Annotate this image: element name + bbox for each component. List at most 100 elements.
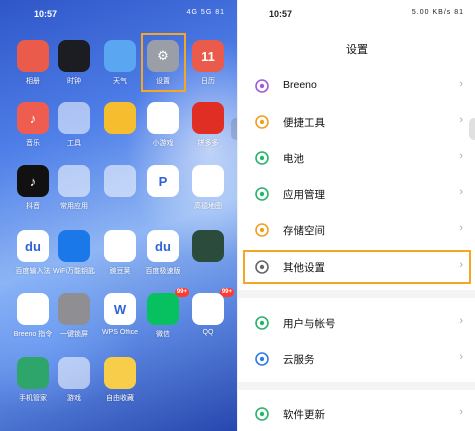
settings-item-label: 电池 [283,153,304,165]
settings-screen: 10:57 5.00 KB/s 81 设置 Breeno › 便捷工具 › 电池 › 应用管… [237,0,475,431]
clock-icon [58,40,90,72]
app-baidu-lite[interactable]: du 百度极速版 [141,230,185,276]
settings-item-tools[interactable]: 便捷工具 › [238,104,475,140]
settings-item-breeno[interactable]: Breeno › [238,68,475,104]
app-minigame[interactable]: 小游戏 [141,102,185,148]
storage-icon [254,222,270,238]
app-douyin[interactable]: ♪ 抖音 [11,165,55,211]
app-apps-folder[interactable]: 常用应用 [52,165,96,211]
lock-screen-icon [58,293,90,325]
app-wifi-key[interactable]: WiFi万能钥匙 [52,230,96,276]
files-icon [104,102,136,134]
chevron-right-icon: › [459,186,463,198]
picsart-icon: P [147,165,179,197]
app-weather[interactable]: 天气 [98,40,142,86]
settings-item-label: 用户与帐号 [283,318,336,330]
wandoujia-icon [104,230,136,262]
app-phone-manager[interactable]: 手机管家 [11,357,55,403]
section-divider [238,382,475,390]
settings-item-battery[interactable]: 电池 › [238,140,475,176]
amap-icon [192,165,224,197]
app-calendar[interactable]: 11 日历 [186,40,230,86]
settings-item-label: 云服务 [283,354,315,366]
collection-icon [104,357,136,389]
app-label: 天气 [113,78,127,85]
app-label: 游戏 [67,395,81,402]
settings-item-label: Breeno [283,79,317,91]
music-icon: ♪ [17,102,49,134]
app-label: 抖音 [26,203,40,210]
status-bar: 10:57 4G 5G 81 [0,0,237,28]
app-tools-folder[interactable]: 工具 [52,102,96,148]
app-wechat[interactable]: 99+ 微信 [141,288,189,339]
settings-item-cloud[interactable]: 云服务 › [238,341,475,377]
wechat-icon [147,293,179,325]
games-folder-icon [58,357,90,389]
app-qq[interactable]: 99+ QQ [186,288,234,336]
settings-item-user[interactable]: 用户与帐号 › [238,305,475,341]
minigame-icon [147,102,179,134]
app-lock-screen[interactable]: 一键锁屏 [52,293,96,339]
pinduoduo-icon [192,102,224,134]
status-indicators: 4G 5G 81 [186,9,225,16]
app-shopping-folder[interactable] [98,165,142,201]
game-assistant-icon [192,230,224,262]
other-settings-highlight [243,250,471,284]
settings-item-label: 存储空间 [283,225,325,237]
settings-item-label: 便捷工具 [283,117,325,129]
cloud-icon [254,351,270,367]
chevron-right-icon: › [459,406,463,418]
status-indicators: 5.00 KB/s 81 [411,9,464,16]
shopping-folder-icon [104,165,136,197]
user-icon [254,315,270,331]
app-photos[interactable]: 相册 [11,40,55,86]
app-files[interactable] [98,102,142,138]
settings-item-update[interactable]: 软件更新 › [238,396,475,431]
tools-folder-icon [58,102,90,134]
app-label: 拼多多 [197,140,219,147]
app-pinduoduo[interactable]: 拼多多 [186,102,230,148]
settings-item-storage[interactable]: 存储空间 › [238,212,475,248]
app-breeno[interactable]: Breeno 指令 [11,293,55,339]
app-games-folder[interactable]: 游戏 [52,357,96,403]
section-divider [238,290,475,298]
app-label: 豌豆荚 [109,268,131,275]
status-bar: 10:57 5.00 KB/s 81 [238,0,475,28]
app-game-assistant[interactable] [186,230,230,266]
chevron-right-icon: › [459,114,463,126]
edge-handle[interactable] [469,118,475,140]
settings-item-label: 软件更新 [283,409,325,421]
apps-folder-icon [58,165,90,197]
douyin-icon: ♪ [17,165,49,197]
app-baidu-input[interactable]: du 百度输入法 [11,230,55,276]
app-clock[interactable]: 时钟 [52,40,96,86]
breeno-icon [17,293,49,325]
app-label: WPS Office [101,329,139,336]
chevron-right-icon: › [459,78,463,90]
app-wandoujia[interactable]: 豌豆荚 [98,230,142,276]
app-amap[interactable]: 高德地图 [186,165,230,211]
chevron-right-icon: › [459,150,463,162]
status-time: 10:57 [269,9,293,19]
app-picsart[interactable]: P [141,165,185,201]
baidu-lite-icon: du [147,230,179,262]
app-wps[interactable]: W WPS Office [98,293,142,336]
app-collection[interactable]: 自由收藏 [98,357,142,403]
app-label: 小游戏 [152,140,174,147]
home-screen: 10:57 4G 5G 81 相册 时钟 天气 ⚙ 设置 11 日历 ♪ 音乐 工具 小游戏 拼多多 ♪… [0,0,237,431]
app-music[interactable]: ♪ 音乐 [11,102,55,148]
app-manage-icon [254,186,270,202]
app-label: 自由收藏 [106,395,134,402]
app-label: 手机管家 [19,395,47,402]
page-title: 设置 [346,44,368,56]
chevron-right-icon: › [459,315,463,327]
settings-item-app-manage[interactable]: 应用管理 › [238,176,475,212]
qq-icon [192,293,224,325]
app-label: 工具 [67,140,81,147]
weather-icon [104,40,136,72]
app-label: 百度极速版 [145,268,181,275]
app-label: Breeno 指令 [13,331,53,338]
app-label: 音乐 [26,140,40,147]
breeno-icon [254,78,270,94]
phone-manager-icon [17,357,49,389]
